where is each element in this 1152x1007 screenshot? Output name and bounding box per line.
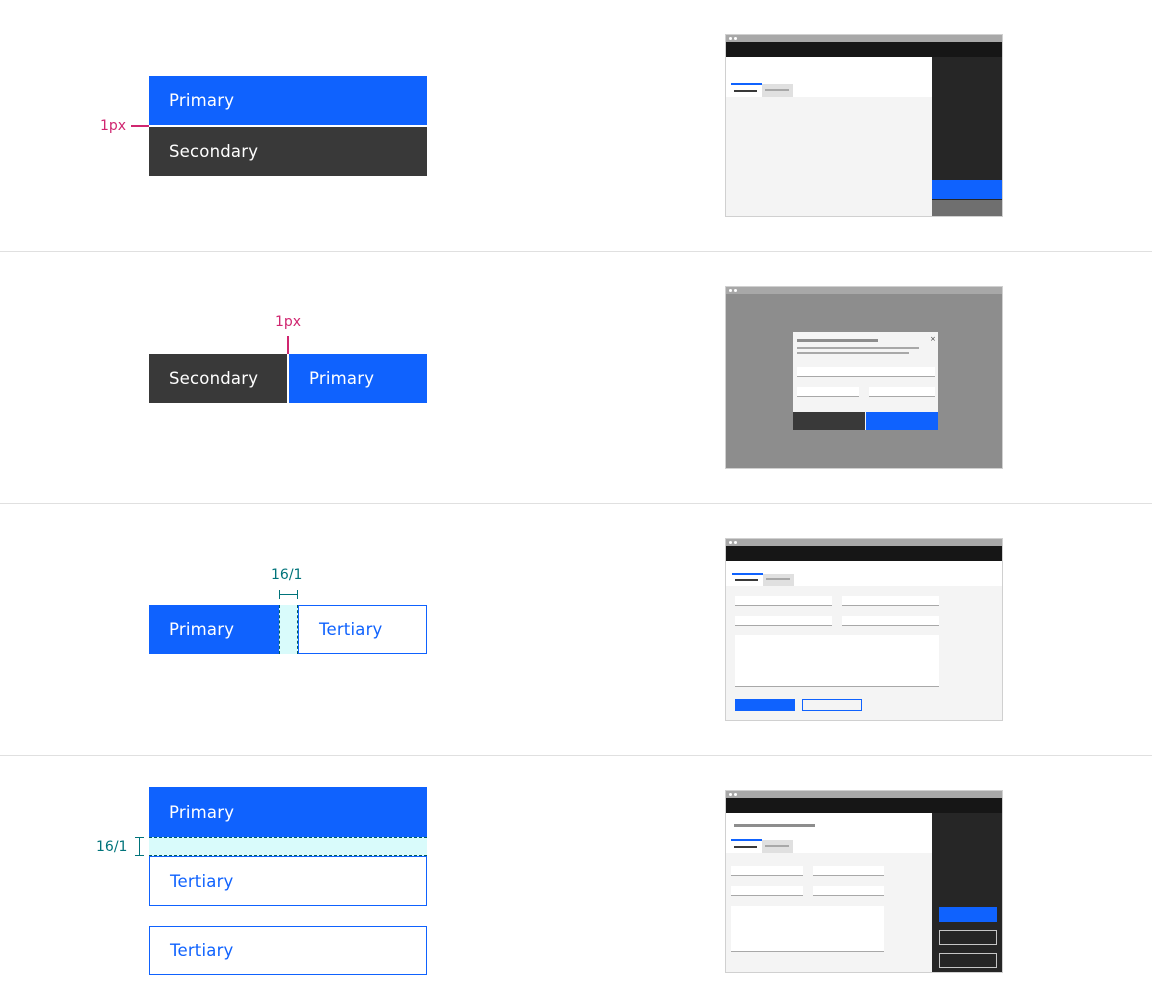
secondary-button-label: Secondary	[169, 142, 259, 161]
primary-button[interactable]: Primary	[149, 605, 279, 654]
window-dot-icon	[734, 37, 737, 40]
form-input-placeholder	[842, 596, 939, 606]
modal-title-placeholder	[797, 339, 878, 342]
section-divider	[0, 251, 1152, 252]
window-chrome	[726, 539, 1002, 546]
secondary-button[interactable]: Secondary	[149, 354, 287, 403]
app-header	[726, 798, 1002, 813]
window-chrome	[726, 287, 1002, 294]
tab-inactive	[762, 840, 793, 853]
tab-label-placeholder	[734, 90, 757, 92]
spacing-annotation-bracket	[297, 590, 298, 599]
modal-secondary-button	[793, 412, 865, 430]
primary-button-label: Primary	[169, 91, 235, 110]
secondary-button-label: Secondary	[169, 369, 259, 388]
modal-dialog: ×	[793, 332, 938, 430]
window-dot-icon	[734, 541, 737, 544]
modal-input-placeholder	[869, 387, 935, 397]
tab-label-placeholder	[735, 579, 758, 581]
tertiary-button-label: Tertiary	[170, 941, 234, 960]
spacing-indicator	[149, 837, 427, 856]
tab-inactive	[762, 84, 793, 97]
modal-text-placeholder	[797, 352, 909, 354]
form-tertiary-button	[802, 699, 862, 711]
window-chrome	[726, 791, 1002, 798]
app-header	[726, 42, 1002, 57]
form-textarea-placeholder	[735, 635, 939, 687]
tab-active	[731, 839, 762, 853]
panel-primary-button	[932, 180, 1002, 199]
modal-text-placeholder	[797, 347, 919, 349]
tab-active	[731, 83, 762, 97]
spacing-annotation-label: 16/1	[96, 839, 128, 855]
tab-active	[732, 573, 763, 586]
form-input-placeholder	[735, 616, 832, 626]
modal-input-placeholder	[797, 387, 859, 397]
page-title-placeholder	[734, 824, 815, 827]
gap-annotation-label: 1px	[100, 118, 127, 134]
tab-inactive	[763, 574, 794, 586]
window-dot-icon	[729, 37, 732, 40]
thumbnail-side-panel-form	[725, 790, 1003, 973]
tertiary-button-label: Tertiary	[319, 620, 383, 639]
spacing-annotation-bracket	[135, 855, 144, 856]
section-divider	[0, 755, 1152, 756]
primary-button-label: Primary	[169, 620, 235, 639]
primary-button-label: Primary	[169, 802, 235, 822]
panel-tertiary-button	[939, 930, 997, 945]
section-divider	[0, 503, 1152, 504]
thumbnail-form-page	[725, 538, 1003, 721]
spacing-annotation-bracket	[279, 594, 298, 595]
gap-annotation-line	[131, 125, 149, 127]
form-textarea-placeholder	[731, 906, 884, 952]
gap-annotation-label: 1px	[275, 314, 302, 330]
window-dot-icon	[729, 289, 732, 292]
window-dot-icon	[729, 793, 732, 796]
form-input-placeholder	[731, 886, 803, 896]
form-input-placeholder	[731, 866, 803, 876]
spacing-annotation-label: 16/1	[271, 567, 303, 583]
form-input-placeholder	[813, 866, 884, 876]
secondary-button[interactable]: Secondary	[149, 127, 427, 176]
tertiary-button-label: Tertiary	[170, 871, 234, 891]
tab-label-placeholder	[734, 846, 757, 848]
window-dot-icon	[729, 541, 732, 544]
form-primary-button	[735, 699, 795, 711]
app-header	[726, 546, 1002, 561]
primary-button[interactable]: Primary	[289, 354, 427, 403]
window-dot-icon	[734, 289, 737, 292]
primary-button[interactable]: Primary	[149, 787, 427, 837]
form-input-placeholder	[813, 886, 884, 896]
spacing-annotation-bracket	[135, 837, 144, 838]
form-input-placeholder	[842, 616, 939, 626]
panel-secondary-button	[932, 200, 1002, 216]
window-dot-icon	[734, 793, 737, 796]
spacing-annotation-bracket	[139, 837, 140, 856]
tab-label-placeholder	[765, 89, 789, 91]
thumbnail-side-panel	[725, 34, 1003, 217]
form-input-placeholder	[735, 596, 832, 606]
spacing-indicator	[279, 605, 298, 654]
modal-input-placeholder	[797, 367, 935, 377]
tertiary-button[interactable]: Tertiary	[149, 856, 427, 906]
spacing-annotation-bracket	[279, 590, 280, 599]
side-panel	[932, 813, 1002, 972]
thumbnail-modal: ×	[725, 286, 1003, 469]
primary-button-label: Primary	[309, 369, 375, 388]
gap-annotation-line	[287, 336, 289, 354]
panel-tertiary-button	[939, 953, 997, 968]
primary-button[interactable]: Primary	[149, 76, 427, 125]
tertiary-button[interactable]: Tertiary	[298, 605, 427, 654]
tab-label-placeholder	[766, 578, 790, 580]
close-icon: ×	[930, 335, 936, 343]
tertiary-button[interactable]: Tertiary	[149, 926, 427, 975]
window-chrome	[726, 35, 1002, 42]
tab-label-placeholder	[765, 845, 789, 847]
modal-primary-button	[866, 412, 938, 430]
panel-primary-button	[939, 907, 997, 922]
